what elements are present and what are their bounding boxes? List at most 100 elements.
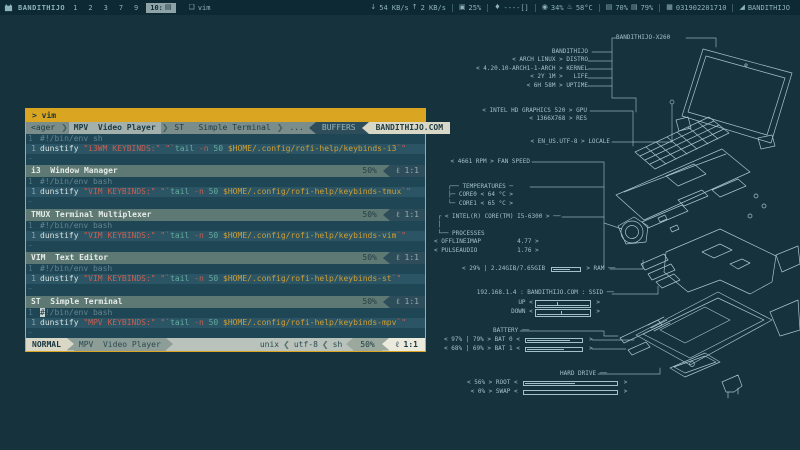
- buffer-name: ST Simple Terminal: [26, 296, 123, 308]
- cpu-icon: ▣: [459, 4, 466, 11]
- laptop-lid: [676, 49, 792, 149]
- line-number-icon: ℓ: [396, 253, 400, 262]
- tab-mpv-video-player[interactable]: MPV Video Player: [69, 122, 161, 134]
- code-line: 1dunstify "VIM KEYBINDS:" "`tail -n 50 $…: [26, 274, 425, 284]
- line-number: 1: [26, 264, 40, 274]
- powerline-separator: [383, 252, 390, 264]
- vim-window-titlebar[interactable]: > vim: [26, 109, 425, 122]
- line-number-icon: ℓ: [396, 166, 400, 175]
- scroll-percent: 50%: [356, 296, 382, 308]
- chevron-right-icon: ❯: [60, 122, 69, 134]
- file-icon: ▤: [165, 4, 172, 11]
- powerline-separator: [166, 338, 173, 350]
- code-line: 1#!/bin/env bash: [26, 264, 425, 274]
- empty-line: ~: [26, 154, 425, 164]
- workspace-10-label: 10:: [150, 4, 163, 12]
- tab-overflow[interactable]: ...: [284, 122, 308, 134]
- vim-statusline-vim: VIM Text Editor 50% ℓ 1:1: [26, 252, 425, 264]
- powerline-separator: [346, 338, 353, 350]
- vim-window[interactable]: > vim <ager ❯ MPV Video Player ❯ ST Simp…: [25, 108, 426, 352]
- line-number: 1: [26, 318, 40, 328]
- code-line: 1dunstify "VIM KEYBINDS:" "`tail -n 50 $…: [26, 187, 425, 197]
- statusbar-right: ↓54 KB/s ↑2 KB/s ▣25% ♦----[] ◉34% ♨58°C…: [364, 4, 796, 12]
- vim-tabline: <ager ❯ MPV Video Player ❯ ST Simple Ter…: [26, 122, 425, 134]
- cat-logo-icon: [4, 3, 13, 12]
- shebang-comment: #!/bin/env bash: [40, 221, 112, 231]
- disk-icon: ▤: [631, 4, 638, 11]
- dunstify-command: dunstify "VIM KEYBINDS:" "`tail -n 50 $H…: [40, 187, 411, 197]
- line-number: 1: [26, 134, 40, 144]
- disk-segment: ▤70% ▤79%: [599, 4, 660, 12]
- line-number: 1: [26, 308, 40, 318]
- upload-icon: ↑: [412, 4, 418, 11]
- workspace-1[interactable]: 1: [70, 3, 80, 13]
- status-bar: BANDITHIJO 1 2 3 7 9 10:▤ ❏ vim ↓54 KB/s…: [0, 0, 800, 15]
- vim-split-tmux[interactable]: 1#!/bin/env bash 1dunstify "VIM KEYBINDS…: [26, 177, 425, 220]
- line-number: 1: [26, 274, 40, 284]
- vim-statusline-i3: i3 Window Manager 50% ℓ 1:1: [26, 165, 425, 177]
- chevron-right-icon: ❯: [161, 122, 170, 134]
- buffer-name: MPV Video Player: [74, 338, 166, 351]
- laptop-motherboard: [656, 229, 776, 294]
- empty-line: ~: [26, 328, 425, 338]
- code-line: 1dunstify "VIM KEYBINDS:" "`tail -n 50 $…: [26, 231, 425, 241]
- tab-window-manager[interactable]: <ager: [26, 122, 60, 134]
- statusbar-left: BANDITHIJO 1 2 3 7 9 10:▤ ❏ vim: [4, 3, 210, 13]
- network-speed-segment: ↓54 KB/s ↑2 KB/s: [364, 4, 452, 12]
- vim-split-st[interactable]: 1#!/bin/env bash 1dunstify "VIM KEYBINDS…: [26, 264, 425, 307]
- volume-level: ----[]: [503, 4, 528, 12]
- workspace-2[interactable]: 2: [85, 3, 95, 13]
- workspace-3[interactable]: 3: [101, 3, 111, 13]
- workspace-7[interactable]: 7: [116, 3, 126, 13]
- laptop-fan: [618, 190, 708, 244]
- line-number: 1: [26, 144, 40, 154]
- powerline-separator: [383, 296, 390, 308]
- cpu-segment: ▣25%: [452, 4, 487, 12]
- session-name-label: BANDITHIJO.COM: [369, 122, 450, 134]
- laptop-bottom-case: [636, 292, 772, 365]
- laptop-hdd: [670, 353, 720, 377]
- cursor-position: ℓ 1:1: [390, 209, 425, 221]
- file-encoding: utf-8: [294, 338, 318, 351]
- line-number-icon: ℓ: [396, 297, 400, 306]
- powerline-separator: [382, 338, 389, 350]
- dunstify-command: dunstify "VIM KEYBINDS:" "`tail -n 50 $H…: [40, 231, 406, 241]
- scroll-percent: 50%: [356, 209, 382, 221]
- download-speed: 54 KB/s: [379, 4, 409, 12]
- datetime-value: 031902201710: [676, 4, 727, 12]
- code-line: 1#!/bin/env bash: [26, 308, 425, 318]
- powerline-separator: [383, 165, 390, 177]
- chevron-right-icon: ❯: [276, 122, 285, 134]
- wifi-segment: ◢BANDITHIJO: [732, 4, 796, 12]
- scroll-percent: 50%: [356, 252, 382, 264]
- laptop-palmrest: [616, 149, 750, 220]
- taskbar-window-vim[interactable]: ❏ vim: [189, 4, 211, 12]
- cursor-position: ℓ 1:1: [389, 338, 425, 351]
- chevron-left-icon: ❮: [322, 338, 329, 351]
- workspace-9[interactable]: 9: [131, 3, 141, 13]
- scroll-percent: 50%: [356, 165, 382, 177]
- shebang-comment: #!/bin/env bash: [40, 264, 112, 274]
- cursor-position: ℓ 1:1: [390, 296, 425, 308]
- empty-line: ~: [26, 241, 425, 251]
- cursor-position: ℓ 1:1: [390, 165, 425, 177]
- powerline-separator: [309, 122, 316, 134]
- buffer-name: TMUX Terminal Multiplexer: [26, 209, 151, 221]
- temperature-value: 58°C: [576, 4, 593, 12]
- calendar-icon: ▦: [666, 4, 673, 11]
- powerline-separator: [362, 122, 369, 134]
- buffers-label: BUFFERS: [316, 122, 362, 134]
- file-type: sh: [333, 338, 343, 351]
- dunstify-command: dunstify "i3WM KEYBINDS:" "`tail -n 50 $…: [40, 144, 406, 154]
- vim-split-vim[interactable]: 1#!/bin/env bash 1dunstify "VIM KEYBINDS…: [26, 221, 425, 264]
- memory-usage: 34%: [551, 4, 564, 12]
- tab-st-simple-terminal[interactable]: ST Simple Terminal: [169, 122, 275, 134]
- vim-split-i3[interactable]: 1#!/bin/env sh 1dunstify "i3WM KEYBINDS:…: [26, 134, 425, 177]
- shebang-comment: #!/bin/env sh: [40, 134, 103, 144]
- laptop-keyboard: [635, 117, 729, 169]
- datetime-segment: ▦031902201710: [659, 4, 732, 12]
- statusbar-hostname: BANDITHIJO: [18, 4, 65, 12]
- statusline-right: unix ❮ utf-8 ❮ sh: [173, 338, 346, 351]
- workspace-10-active[interactable]: 10:▤: [146, 3, 175, 13]
- vim-split-mpv-active[interactable]: 1#!/bin/env bash 1dunstify "MPV KEYBINDS…: [26, 308, 425, 351]
